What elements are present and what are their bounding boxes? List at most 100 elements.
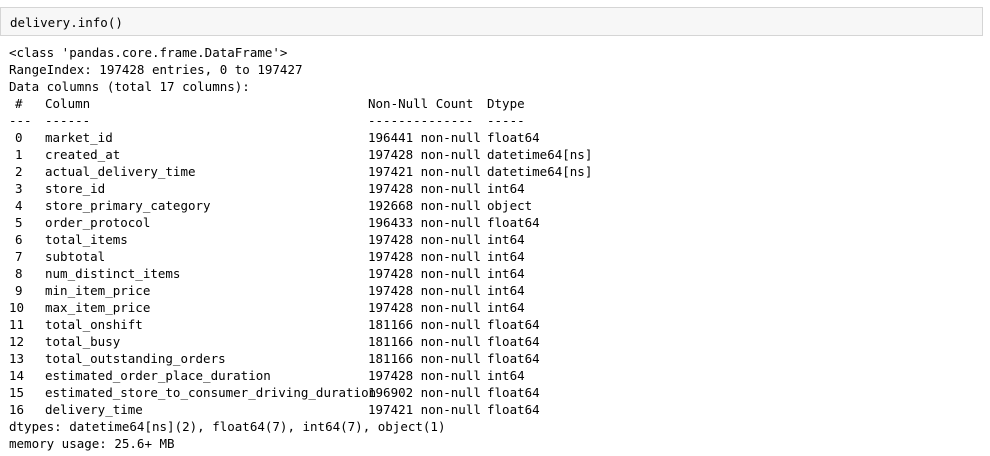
row-index: 4 xyxy=(15,198,23,213)
table-row: 15 estimated_store_to_consumer_driving_du… xyxy=(9,384,540,401)
row-non-null-count: 197428 non-null xyxy=(368,283,481,298)
row-index: 3 xyxy=(15,181,23,196)
row-dtype: int64 xyxy=(487,300,525,315)
separator-count: -------------- xyxy=(368,113,474,128)
row-column-name: total_onshift xyxy=(45,317,143,332)
table-row: 7 subtotal 197428 non-null int64 xyxy=(9,248,525,265)
row-column-name: estimated_order_place_duration xyxy=(45,368,271,383)
row-dtype: float64 xyxy=(487,130,540,145)
row-column-name: actual_delivery_time xyxy=(45,164,196,179)
row-index: 7 xyxy=(15,249,23,264)
row-index: 14 xyxy=(9,368,25,383)
row-index: 8 xyxy=(15,266,23,281)
header-column: Column xyxy=(45,96,91,111)
header-non-null-count: Non-Null Count xyxy=(368,96,474,111)
table-row: 2 actual_delivery_time 197421 non-null date… xyxy=(9,163,592,180)
table-row: 11 total_onshift 181166 non-null float64 xyxy=(9,316,540,333)
row-dtype: int64 xyxy=(487,368,525,383)
header-dtype: Dtype xyxy=(487,96,525,111)
row-dtype: datetime64[ns] xyxy=(487,147,593,162)
row-column-name: total_items xyxy=(45,232,128,247)
output-range-index: RangeIndex: 197428 entries, 0 to 197427 xyxy=(9,62,303,77)
row-non-null-count: 181166 non-null xyxy=(368,351,481,366)
table-row: 12 total_busy 181166 non-null float64 xyxy=(9,333,540,350)
row-dtype: int64 xyxy=(487,249,525,264)
table-row: 8 num_distinct_items 197428 non-null int64 xyxy=(9,265,525,282)
row-non-null-count: 197428 non-null xyxy=(368,232,481,247)
row-dtype: float64 xyxy=(487,402,540,417)
row-dtype: object xyxy=(487,198,533,213)
output-class-line: <class 'pandas.core.frame.DataFrame'> xyxy=(9,45,288,60)
row-index: 6 xyxy=(15,232,23,247)
row-dtype: int64 xyxy=(487,181,525,196)
row-non-null-count: 197428 non-null xyxy=(368,266,481,281)
row-column-name: total_busy xyxy=(45,334,121,349)
header-index: # xyxy=(15,96,23,111)
row-dtype: datetime64[ns] xyxy=(487,164,593,179)
row-non-null-count: 197421 non-null xyxy=(368,402,481,417)
row-index: 10 xyxy=(9,300,25,315)
row-column-name: store_id xyxy=(45,181,106,196)
row-non-null-count: 196902 non-null xyxy=(368,385,481,400)
table-row: 9 min_item_price 197428 non-null int64 xyxy=(9,282,525,299)
row-index: 16 xyxy=(9,402,25,417)
table-row: 6 total_items 197428 non-null int64 xyxy=(9,231,525,248)
row-index: 2 xyxy=(15,164,23,179)
row-dtype: int64 xyxy=(487,232,525,247)
table-row: 3 store_id 197428 non-null int64 xyxy=(9,180,525,197)
row-column-name: order_protocol xyxy=(45,215,151,230)
row-dtype: float64 xyxy=(487,215,540,230)
row-column-name: created_at xyxy=(45,147,121,162)
row-dtype: float64 xyxy=(487,351,540,366)
row-dtype: int64 xyxy=(487,283,525,298)
row-index: 5 xyxy=(15,215,23,230)
table-rows: 0 market_id 196441 non-null float64 1 created… xyxy=(9,129,592,418)
row-non-null-count: 196441 non-null xyxy=(368,130,481,145)
row-non-null-count: 197428 non-null xyxy=(368,181,481,196)
code-cell[interactable]: delivery.info() xyxy=(0,7,983,36)
row-column-name: estimated_store_to_consumer_driving_dura… xyxy=(45,385,377,400)
table-row: 16 delivery_time 197421 non-null float64 xyxy=(9,401,540,418)
separator-dtype: ----- xyxy=(487,113,525,128)
row-column-name: num_distinct_items xyxy=(45,266,181,281)
separator-index: --- xyxy=(9,113,32,128)
row-dtype: float64 xyxy=(487,385,540,400)
row-column-name: min_item_price xyxy=(45,283,151,298)
row-non-null-count: 181166 non-null xyxy=(368,334,481,349)
row-column-name: market_id xyxy=(45,130,113,145)
row-index: 1 xyxy=(15,147,23,162)
row-column-name: total_outstanding_orders xyxy=(45,351,226,366)
output-memory-line: memory usage: 25.6+ MB xyxy=(9,436,175,451)
separator-column: ------ xyxy=(45,113,91,128)
row-non-null-count: 181166 non-null xyxy=(368,317,481,332)
row-column-name: max_item_price xyxy=(45,300,151,315)
row-column-name: store_primary_category xyxy=(45,198,211,213)
row-non-null-count: 197421 non-null xyxy=(368,164,481,179)
table-row: 4 store_primary_category 192668 non-null ob… xyxy=(9,197,532,214)
output-dtypes-line: dtypes: datetime64[ns](2), float64(7), i… xyxy=(9,419,446,434)
row-non-null-count: 197428 non-null xyxy=(368,368,481,383)
row-non-null-count: 197428 non-null xyxy=(368,249,481,264)
row-column-name: delivery_time xyxy=(45,402,143,417)
row-non-null-count: 196433 non-null xyxy=(368,215,481,230)
row-dtype: float64 xyxy=(487,334,540,349)
row-column-name: subtotal xyxy=(45,249,106,264)
row-index: 9 xyxy=(15,283,23,298)
cell-output: <class 'pandas.core.frame.DataFrame'> Ra… xyxy=(9,44,592,452)
row-index: 15 xyxy=(9,385,25,400)
code-input[interactable]: delivery.info() xyxy=(10,14,123,31)
row-index: 11 xyxy=(9,317,25,332)
output-data-columns: Data columns (total 17 columns): xyxy=(9,79,250,94)
table-row: 13 total_outstanding_orders 181166 non-nul… xyxy=(9,350,540,367)
row-non-null-count: 192668 non-null xyxy=(368,198,481,213)
table-row: 10 max_item_price 197428 non-null int64 xyxy=(9,299,525,316)
row-index: 0 xyxy=(15,130,23,145)
row-index: 13 xyxy=(9,351,25,366)
row-non-null-count: 197428 non-null xyxy=(368,300,481,315)
table-separator: --- ------ -------------- ----- xyxy=(9,112,525,129)
table-row: 1 created_at 197428 non-null datetime64[ns] xyxy=(9,146,592,163)
row-dtype: float64 xyxy=(487,317,540,332)
table-row: 5 order_protocol 196433 non-null float64 xyxy=(9,214,540,231)
row-dtype: int64 xyxy=(487,266,525,281)
row-index: 12 xyxy=(9,334,25,349)
